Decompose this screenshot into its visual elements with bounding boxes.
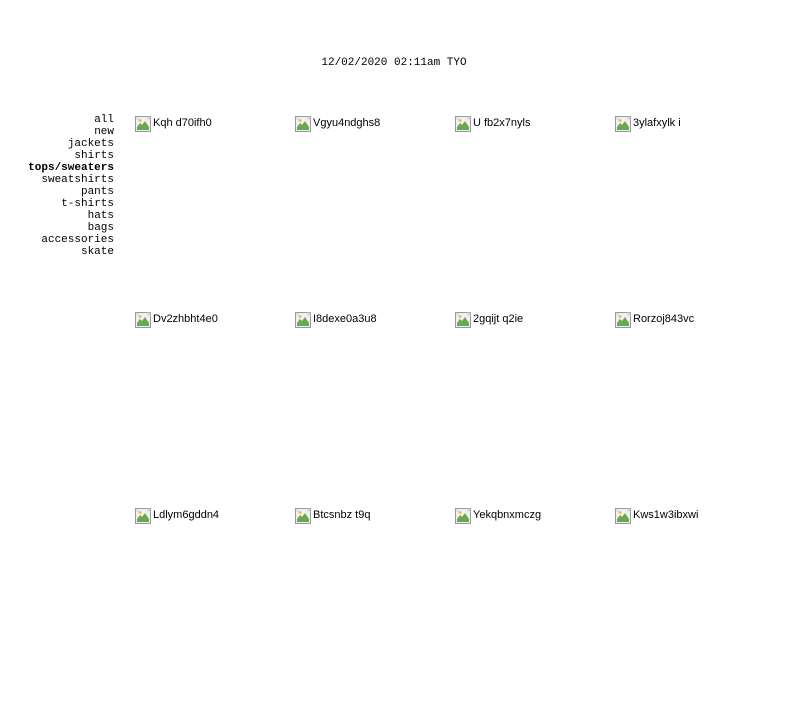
- product-image: Kws1w3ibxwi: [615, 508, 698, 524]
- broken-image-icon: [135, 312, 151, 328]
- broken-image-icon: [135, 116, 151, 132]
- header-datetime: 12/02/2020 02:11am TYO: [0, 57, 788, 69]
- product-image: Btcsnbz t9q: [295, 508, 370, 524]
- broken-image-icon: [455, 508, 471, 524]
- product-image: 2gqijt q2ie: [455, 312, 523, 328]
- product-image: Ldlym6gddn4: [135, 508, 219, 524]
- broken-image-icon: [455, 312, 471, 328]
- broken-image-icon: [615, 312, 631, 328]
- product-image-alt: Vgyu4ndghs8: [311, 116, 380, 129]
- broken-image-icon: [295, 116, 311, 132]
- product-item[interactable]: Ldlym6gddn4: [135, 508, 295, 704]
- category-sidebar: allnewjacketsshirtstops/sweaterssweatshi…: [0, 114, 114, 258]
- sidebar-item-sweatshirts[interactable]: sweatshirts: [0, 174, 114, 186]
- product-image-alt: Btcsnbz t9q: [311, 508, 370, 521]
- product-image: Vgyu4ndghs8: [295, 116, 380, 132]
- sidebar-item-jackets[interactable]: jackets: [0, 138, 114, 150]
- sidebar-item-skate[interactable]: skate: [0, 246, 114, 258]
- product-item[interactable]: Rorzoj843vc: [615, 312, 775, 508]
- product-item[interactable]: Vgyu4ndghs8: [295, 116, 455, 312]
- product-image-alt: I8dexe0a3u8: [311, 312, 377, 325]
- product-image-alt: Kws1w3ibxwi: [631, 508, 698, 521]
- product-item[interactable]: 2gqijt q2ie: [455, 312, 615, 508]
- sidebar-item-bags[interactable]: bags: [0, 222, 114, 234]
- sidebar-item-topssweaters[interactable]: tops/sweaters: [0, 162, 114, 174]
- product-image: Rorzoj843vc: [615, 312, 694, 328]
- sidebar-item-new[interactable]: new: [0, 126, 114, 138]
- broken-image-icon: [615, 508, 631, 524]
- product-image: Yekqbnxmczg: [455, 508, 541, 524]
- product-item[interactable]: U fb2x7nyls: [455, 116, 615, 312]
- product-item[interactable]: 3ylafxylk i: [615, 116, 775, 312]
- sidebar-item-all[interactable]: all: [0, 114, 114, 126]
- product-image-alt: Dv2zhbht4e0: [151, 312, 218, 325]
- broken-image-icon: [615, 116, 631, 132]
- sidebar-item-hats[interactable]: hats: [0, 210, 114, 222]
- product-item[interactable]: Yekqbnxmczg: [455, 508, 615, 704]
- product-item[interactable]: Kws1w3ibxwi: [615, 508, 775, 704]
- product-image-alt: 2gqijt q2ie: [471, 312, 523, 325]
- product-image-alt: Ldlym6gddn4: [151, 508, 219, 521]
- product-item[interactable]: Dv2zhbht4e0: [135, 312, 295, 508]
- product-image: Kqh d70ifh0: [135, 116, 212, 132]
- product-image: U fb2x7nyls: [455, 116, 530, 132]
- product-image-alt: U fb2x7nyls: [471, 116, 530, 129]
- product-item[interactable]: Btcsnbz t9q: [295, 508, 455, 704]
- sidebar-item-accessories[interactable]: accessories: [0, 234, 114, 246]
- product-image: I8dexe0a3u8: [295, 312, 377, 328]
- product-item[interactable]: I8dexe0a3u8: [295, 312, 455, 508]
- product-item[interactable]: Kqh d70ifh0: [135, 116, 295, 312]
- product-image-alt: 3ylafxylk i: [631, 116, 681, 129]
- broken-image-icon: [455, 116, 471, 132]
- sidebar-item-tshirts[interactable]: t-shirts: [0, 198, 114, 210]
- product-grid: Kqh d70ifh0 Vgyu4ndghs8 U fb2x7nyls 3ylafxy…: [135, 116, 775, 704]
- product-image: 3ylafxylk i: [615, 116, 681, 132]
- product-image-alt: Rorzoj843vc: [631, 312, 694, 325]
- broken-image-icon: [295, 508, 311, 524]
- sidebar-item-pants[interactable]: pants: [0, 186, 114, 198]
- broken-image-icon: [295, 312, 311, 328]
- broken-image-icon: [135, 508, 151, 524]
- product-image: Dv2zhbht4e0: [135, 312, 218, 328]
- product-image-alt: Kqh d70ifh0: [151, 116, 212, 129]
- sidebar-item-shirts[interactable]: shirts: [0, 150, 114, 162]
- product-image-alt: Yekqbnxmczg: [471, 508, 541, 521]
